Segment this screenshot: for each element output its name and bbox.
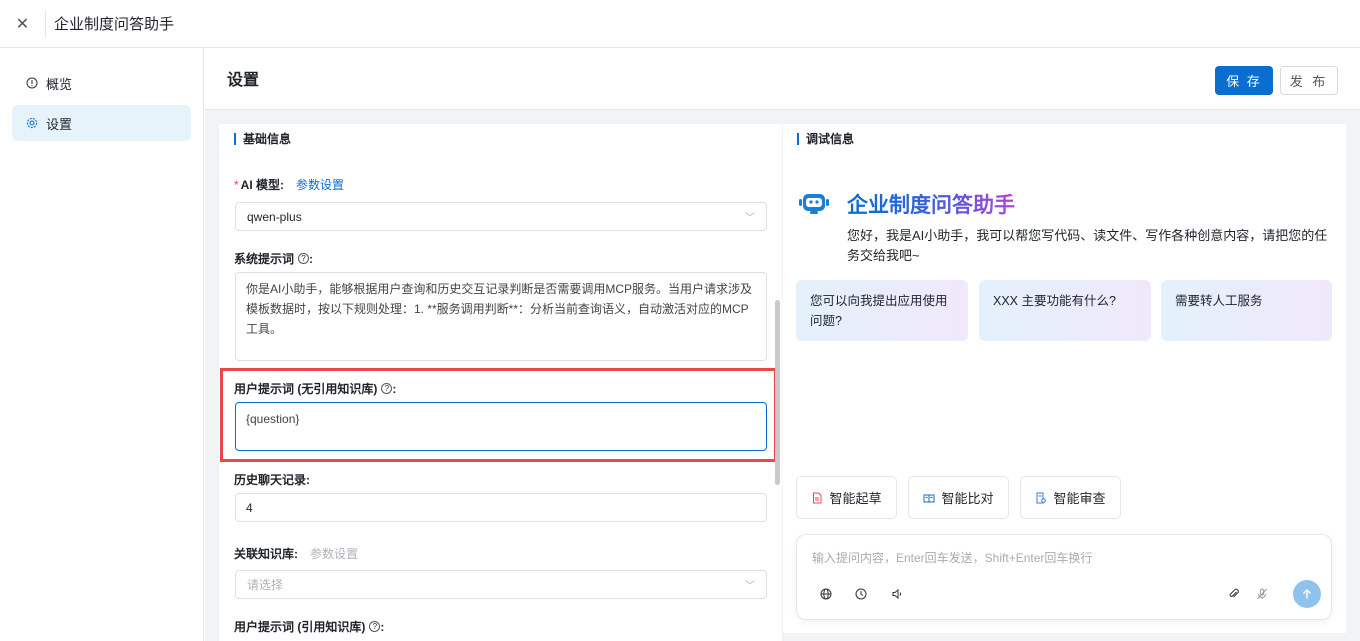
user-prompt-label: 用户提示词 (无引用知识库) ?: <box>234 381 397 397</box>
history-input[interactable]: 4 <box>235 493 767 522</box>
ai-model-label: * AI 模型: 参数设置 <box>234 176 345 193</box>
app-title: 企业制度问答助手 <box>54 16 175 33</box>
history-label: 历史聊天记录: <box>234 473 310 487</box>
bot-title: 企业制度问答助手 <box>847 189 1015 219</box>
system-prompt-label: 系统提示词 ?: <box>234 251 314 267</box>
book-icon <box>923 492 935 504</box>
sidebar-item-settings[interactable]: 设置 <box>12 105 191 141</box>
kb-select[interactable]: 请选择 ﹀ <box>235 570 767 599</box>
system-prompt-textarea[interactable]: 你是AI小助手，能够根据用户查询和历史交互记录判断是否需要调用MCP服务。当用户… <box>235 272 767 361</box>
help-icon: ? <box>298 253 310 264</box>
speaker-icon[interactable] <box>890 587 904 601</box>
top-bar: ✕ 企业制度问答助手 <box>0 0 1360 48</box>
sidebar-item-label: 设置 <box>46 116 73 132</box>
basic-info-heading: 基础信息 <box>234 133 291 145</box>
smart-review-button[interactable]: 智能审查 <box>1020 476 1121 519</box>
globe-icon[interactable] <box>819 587 833 601</box>
send-button[interactable] <box>1293 580 1321 608</box>
smart-draft-button[interactable]: 智能起草 <box>796 476 897 519</box>
page-header: 设置 保 存 发 布 <box>205 48 1360 110</box>
sidebar-item-label: 概览 <box>46 76 73 92</box>
review-icon <box>1035 492 1047 504</box>
sidebar-item-overview[interactable]: 概览 <box>12 65 191 101</box>
greeting-text: 您好，我是AI小助手，我可以帮您写代码、读文件、写作各种创意内容，请把您的任务交… <box>847 228 1328 263</box>
close-icon[interactable]: ✕ <box>0 9 46 38</box>
debug-info-heading: 调试信息 <box>797 133 854 145</box>
help-icon: ? <box>369 621 381 632</box>
chevron-down-icon: ﹀ <box>745 581 755 592</box>
scrollbar[interactable] <box>775 300 780 485</box>
sidebar: 概览 设置 <box>0 48 204 641</box>
kb-label: 关联知识库: 参数设置 <box>234 545 359 562</box>
clock-icon[interactable] <box>854 587 868 601</box>
save-button[interactable]: 保 存 <box>1215 66 1273 95</box>
ai-model-select[interactable]: qwen-plus ﹀ <box>235 202 767 231</box>
document-icon <box>811 492 823 504</box>
page-title: 设置 <box>227 72 260 89</box>
suggestion-card[interactable]: 您可以向我提出应用使用问题? <box>796 280 968 341</box>
chevron-down-icon: ﹀ <box>745 213 755 224</box>
suggestion-card[interactable]: 需要转人工服务 <box>1161 280 1332 341</box>
arrow-up-icon <box>1303 589 1311 599</box>
help-icon: ? <box>381 383 393 394</box>
chat-input[interactable]: 输入提问内容，Enter回车发送，Shift+Enter回车换行 <box>812 549 1092 566</box>
kb-params-link[interactable]: 参数设置 <box>310 545 358 562</box>
suggestion-card[interactable]: XXX 主要功能有什么? <box>979 280 1151 341</box>
user-prompt-kb-label: 用户提示词 (引用知识库) ?: <box>234 619 385 635</box>
info-icon <box>26 77 38 89</box>
user-prompt-textarea[interactable]: {question} <box>235 402 767 451</box>
model-params-link[interactable]: 参数设置 <box>296 176 344 193</box>
publish-button[interactable]: 发 布 <box>1280 66 1338 95</box>
attachment-icon[interactable] <box>1227 587 1241 601</box>
chat-input-box[interactable]: 输入提问内容，Enter回车发送，Shift+Enter回车换行 <box>796 534 1332 620</box>
gear-icon <box>26 117 38 129</box>
mic-off-icon[interactable] <box>1255 587 1269 601</box>
robot-icon <box>798 190 830 216</box>
smart-compare-button[interactable]: 智能比对 <box>908 476 1009 519</box>
